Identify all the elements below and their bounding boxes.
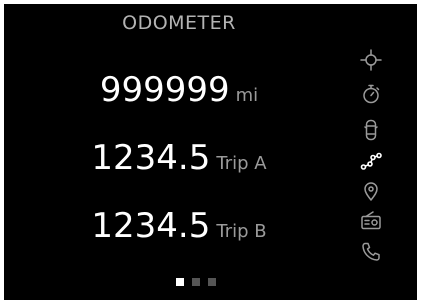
odometer-unit: mi	[235, 85, 259, 106]
odometer-value: 999999	[99, 70, 230, 110]
trip-a-label: Trip A	[216, 153, 267, 174]
page-dot-1[interactable]	[176, 278, 184, 286]
trip-b-value: 1234.5	[91, 206, 211, 246]
phone-icon[interactable]	[359, 240, 383, 264]
trip-a-reading[interactable]: 1234.5 Trip A	[4, 138, 354, 178]
timer-icon[interactable]	[359, 82, 383, 106]
car-top-view-icon[interactable]	[359, 118, 383, 142]
odometer-reading: 999999 mi	[4, 70, 354, 110]
radio-icon[interactable]	[359, 209, 383, 233]
trip-b-reading[interactable]: 1234.5 Trip B	[4, 206, 354, 246]
page-dot-2[interactable]	[192, 278, 200, 286]
page-title: ODOMETER	[122, 12, 236, 34]
page-dot-3[interactable]	[208, 278, 216, 286]
trip-a-value: 1234.5	[91, 138, 211, 178]
route-icon[interactable]	[359, 150, 383, 174]
odometer-screen: ODOMETER 999999 mi 1234.5 Trip A 1234.5 Tri…	[4, 4, 417, 300]
crosshair-icon[interactable]	[359, 48, 383, 72]
trip-b-label: Trip B	[216, 221, 267, 242]
location-pin-icon[interactable]	[359, 179, 383, 203]
